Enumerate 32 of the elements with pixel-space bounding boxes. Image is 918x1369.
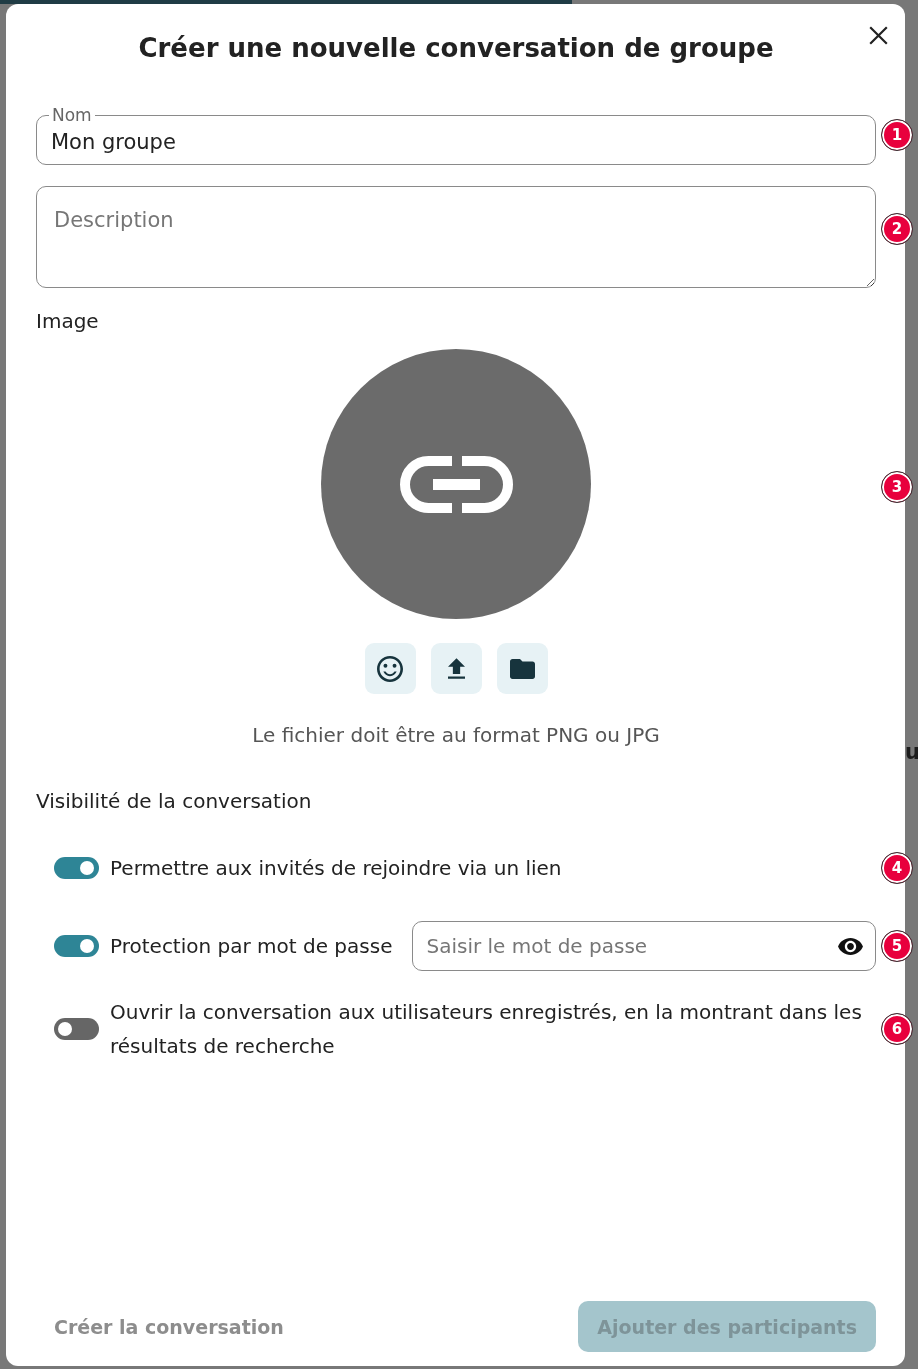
folder-button[interactable] bbox=[496, 643, 548, 694]
emoji-button[interactable] bbox=[364, 643, 416, 694]
password-field[interactable]: Saisir le mot de passe bbox=[412, 921, 876, 971]
close-icon[interactable] bbox=[869, 26, 888, 45]
upload-icon bbox=[447, 658, 465, 679]
callout-number: 4 bbox=[881, 852, 913, 884]
image-label: Image bbox=[36, 308, 100, 335]
callout-number: 1 bbox=[881, 119, 913, 151]
description-field[interactable]: Description bbox=[36, 186, 876, 288]
callout-number: 2 bbox=[881, 213, 913, 245]
password-input[interactable]: Saisir le mot de passe bbox=[426, 934, 838, 958]
visibility-heading: Visibilité de la conversation bbox=[36, 788, 313, 815]
toggle-label: Permettre aux invités de rejoindre via un lien bbox=[110, 855, 563, 882]
folder-icon bbox=[509, 658, 535, 679]
callout-number: 5 bbox=[881, 930, 913, 962]
toggle-switch[interactable] bbox=[54, 1018, 99, 1040]
file-format-hint: Le fichier doit être au format PNG ou JPG bbox=[251, 722, 661, 749]
background-text: u bbox=[905, 739, 918, 765]
dialog-title: Créer une nouvelle conversation de groupe bbox=[138, 32, 774, 65]
toggle-label: Ouvrir la conversation aux utilisateurs enregistrés, en la montrant dans les résultats de recherche bbox=[110, 999, 863, 1060]
callout-number: 3 bbox=[881, 471, 913, 503]
link-icon bbox=[399, 455, 513, 513]
text-input[interactable]: Mon groupe bbox=[51, 125, 861, 159]
callout-number: 6 bbox=[881, 1013, 913, 1045]
toggle-switch[interactable] bbox=[54, 857, 99, 879]
toggle-switch[interactable] bbox=[54, 935, 99, 957]
smiley-icon bbox=[377, 655, 403, 682]
upload-button[interactable] bbox=[430, 643, 482, 694]
name-field[interactable]: Nom Mon groupe bbox=[36, 105, 876, 165]
field-label: Nom bbox=[51, 105, 93, 125]
toggle-label: Protection par mot de passe bbox=[110, 933, 393, 960]
eye-icon[interactable] bbox=[838, 937, 863, 955]
